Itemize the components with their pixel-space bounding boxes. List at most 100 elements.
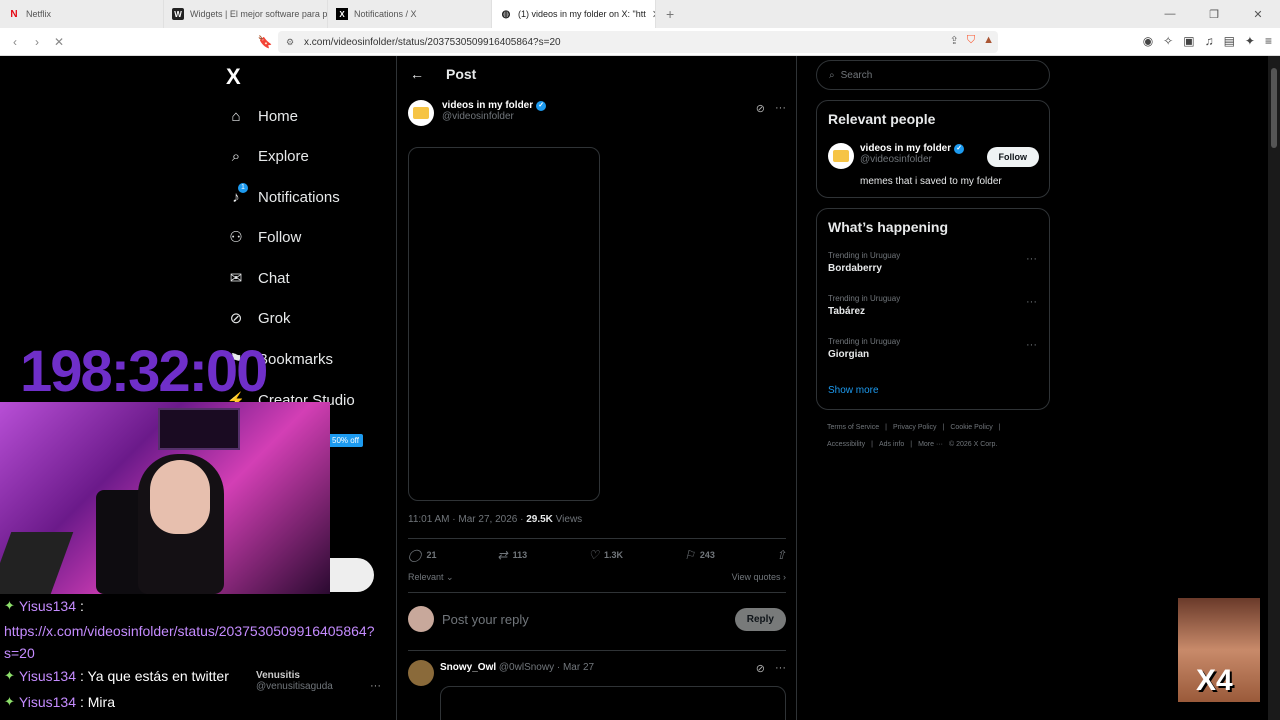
minimize-icon[interactable]: —: [1148, 0, 1192, 28]
tab-widgets[interactable]: W Widgets | El mejor software para por: [164, 0, 328, 28]
bookmark-page-icon[interactable]: 🔖: [254, 35, 276, 49]
verified-icon: ✓: [536, 100, 547, 111]
more-icon[interactable]: ···: [370, 680, 381, 692]
reply-input[interactable]: Post your reply: [442, 612, 529, 627]
trend-item[interactable]: Trending in Uruguay Giorgian: [828, 337, 900, 360]
url-field[interactable]: ⚙ x.com/videosinfolder/status/2037530509…: [278, 31, 998, 53]
trend-item[interactable]: Trending in Uruguay Tabárez: [828, 294, 900, 317]
extension-icon[interactable]: ◉: [1143, 34, 1153, 48]
wallet-icon[interactable]: ▤: [1224, 34, 1235, 48]
more-link[interactable]: More ···: [918, 441, 943, 448]
accessibility-link[interactable]: Accessibility: [827, 441, 865, 448]
tab-label: Widgets | El mejor software para por: [190, 9, 328, 19]
comment-name[interactable]: Snowy_Owl: [440, 662, 496, 673]
leo-icon[interactable]: ✦: [1245, 34, 1255, 48]
rewards-icon[interactable]: ▲: [983, 34, 994, 47]
back-arrow-icon[interactable]: ←: [410, 66, 424, 82]
trend-topic: Tabárez: [828, 306, 866, 317]
chat-text: : Ya que estás en twitter: [79, 668, 229, 684]
view-quotes-label: View quotes: [731, 572, 781, 582]
sort-dropdown[interactable]: Relevant ⌄: [408, 572, 454, 583]
avatar[interactable]: [408, 660, 434, 686]
nav-label: Chat: [258, 269, 290, 287]
more-icon[interactable]: ···: [775, 662, 786, 675]
chat-link: https://x.com/videosinfolder/status/2037…: [4, 623, 375, 661]
mail-icon: ✉: [229, 270, 243, 287]
post-media[interactable]: [408, 147, 600, 501]
tab-post[interactable]: ◍ (1) videos in my folder on X: "htt ✕: [492, 0, 656, 28]
menu-icon[interactable]: ≡: [1265, 34, 1272, 48]
chat-user: Yisus134: [18, 694, 76, 710]
author-name[interactable]: videos in my folder: [442, 100, 533, 111]
site-info-icon[interactable]: ⚙: [286, 37, 294, 48]
bell-icon: ♪ 1: [226, 183, 248, 207]
more-icon[interactable]: ···: [775, 102, 786, 115]
nav-follow[interactable]: ⚇ Follow: [226, 227, 301, 247]
trend-item[interactable]: Trending in Uruguay Bordaberry: [828, 251, 900, 274]
privacy-link[interactable]: Privacy Policy: [893, 424, 937, 431]
repost-action[interactable]: ⇄ 113: [498, 548, 528, 562]
sort-label: Relevant: [408, 572, 444, 582]
brave-shield-icon[interactable]: ⛉: [967, 34, 975, 47]
grok-icon[interactable]: ⊘: [756, 662, 765, 675]
scrollbar-thumb[interactable]: [1271, 68, 1277, 148]
avatar: [408, 606, 434, 632]
post-author[interactable]: videos in my folder ✓ @videosinfolder: [408, 100, 547, 126]
share-action[interactable]: ⇧: [776, 548, 786, 562]
share-icon[interactable]: ⇪: [950, 34, 959, 47]
webcam-feed: [0, 402, 330, 594]
search-input[interactable]: ⌕ Search: [816, 60, 1050, 90]
nav-grok[interactable]: ⊘ Grok: [226, 308, 291, 328]
author-handle[interactable]: @videosinfolder: [442, 111, 546, 122]
nav-explore[interactable]: ⌕ Explore: [226, 146, 309, 166]
relevant-people-card: Relevant people videos in my folder ✓ @vi…: [816, 100, 1050, 198]
avatar[interactable]: [408, 100, 434, 126]
back-icon[interactable]: ‹: [4, 35, 26, 49]
views-count: 29.5K: [526, 514, 553, 525]
puzzle-icon[interactable]: ✧: [1163, 34, 1173, 48]
share-icon: ⇧: [775, 548, 786, 562]
bookmark-action[interactable]: ⚐ 243: [684, 548, 715, 562]
more-icon[interactable]: ···: [1026, 339, 1037, 351]
view-quotes-link[interactable]: View quotes ›: [732, 572, 786, 582]
tab-netflix[interactable]: N Netflix: [0, 0, 164, 28]
person-name-block[interactable]: videos in my folder ✓ @videosinfolder: [860, 143, 965, 165]
reply-button[interactable]: Reply: [734, 607, 786, 631]
grok-icon[interactable]: ⊘: [756, 102, 765, 115]
netflix-icon: N: [10, 8, 18, 20]
screenshot-icon[interactable]: ▣: [1183, 34, 1194, 48]
x-logo[interactable]: X: [226, 64, 241, 90]
follow-button[interactable]: Follow: [986, 147, 1039, 167]
diamond-icon: ✦: [4, 694, 15, 709]
tab-label: Notifications / X: [354, 9, 417, 19]
nav-home[interactable]: ⌂ Home: [226, 106, 298, 126]
nav-notifications[interactable]: ♪ 1 Notifications: [226, 183, 340, 207]
folder-icon: [833, 150, 849, 162]
account-switcher[interactable]: Venusitis @venusitisaguda: [256, 670, 333, 692]
comment-media[interactable]: [440, 686, 786, 720]
more-icon[interactable]: ···: [1026, 253, 1037, 265]
promo-badge[interactable]: 50% off: [328, 434, 363, 447]
tab-notifications[interactable]: X Notifications / X: [328, 0, 492, 28]
show-more-link[interactable]: Show more: [828, 385, 879, 396]
comment-author: Snowy_Owl @0wlSnowy · Mar 27: [440, 662, 594, 673]
music-icon[interactable]: ♫: [1205, 34, 1214, 48]
reply-action[interactable]: ◯ 21: [408, 548, 436, 562]
ads-info-link[interactable]: Ads info: [879, 441, 904, 448]
footer-separator: |: [942, 424, 945, 431]
repost-count: 113: [512, 550, 528, 560]
scrollbar[interactable]: [1268, 56, 1280, 720]
more-icon[interactable]: ···: [1026, 296, 1037, 308]
like-action[interactable]: ♡ 1.3K: [588, 548, 623, 562]
forward-icon[interactable]: ›: [26, 35, 48, 49]
new-tab-button[interactable]: +: [656, 6, 684, 22]
nav-chat[interactable]: ✉ Chat: [226, 268, 290, 288]
close-window-icon[interactable]: ✕: [1236, 0, 1280, 28]
meme-overlay: X4: [1178, 598, 1260, 702]
cookie-link[interactable]: Cookie Policy: [950, 424, 992, 431]
terms-link[interactable]: Terms of Service: [827, 424, 879, 431]
follow-icon: ⚇: [229, 229, 243, 246]
stop-icon[interactable]: ✕: [48, 35, 70, 49]
avatar[interactable]: [828, 143, 854, 169]
restore-icon[interactable]: ❐: [1192, 0, 1236, 28]
